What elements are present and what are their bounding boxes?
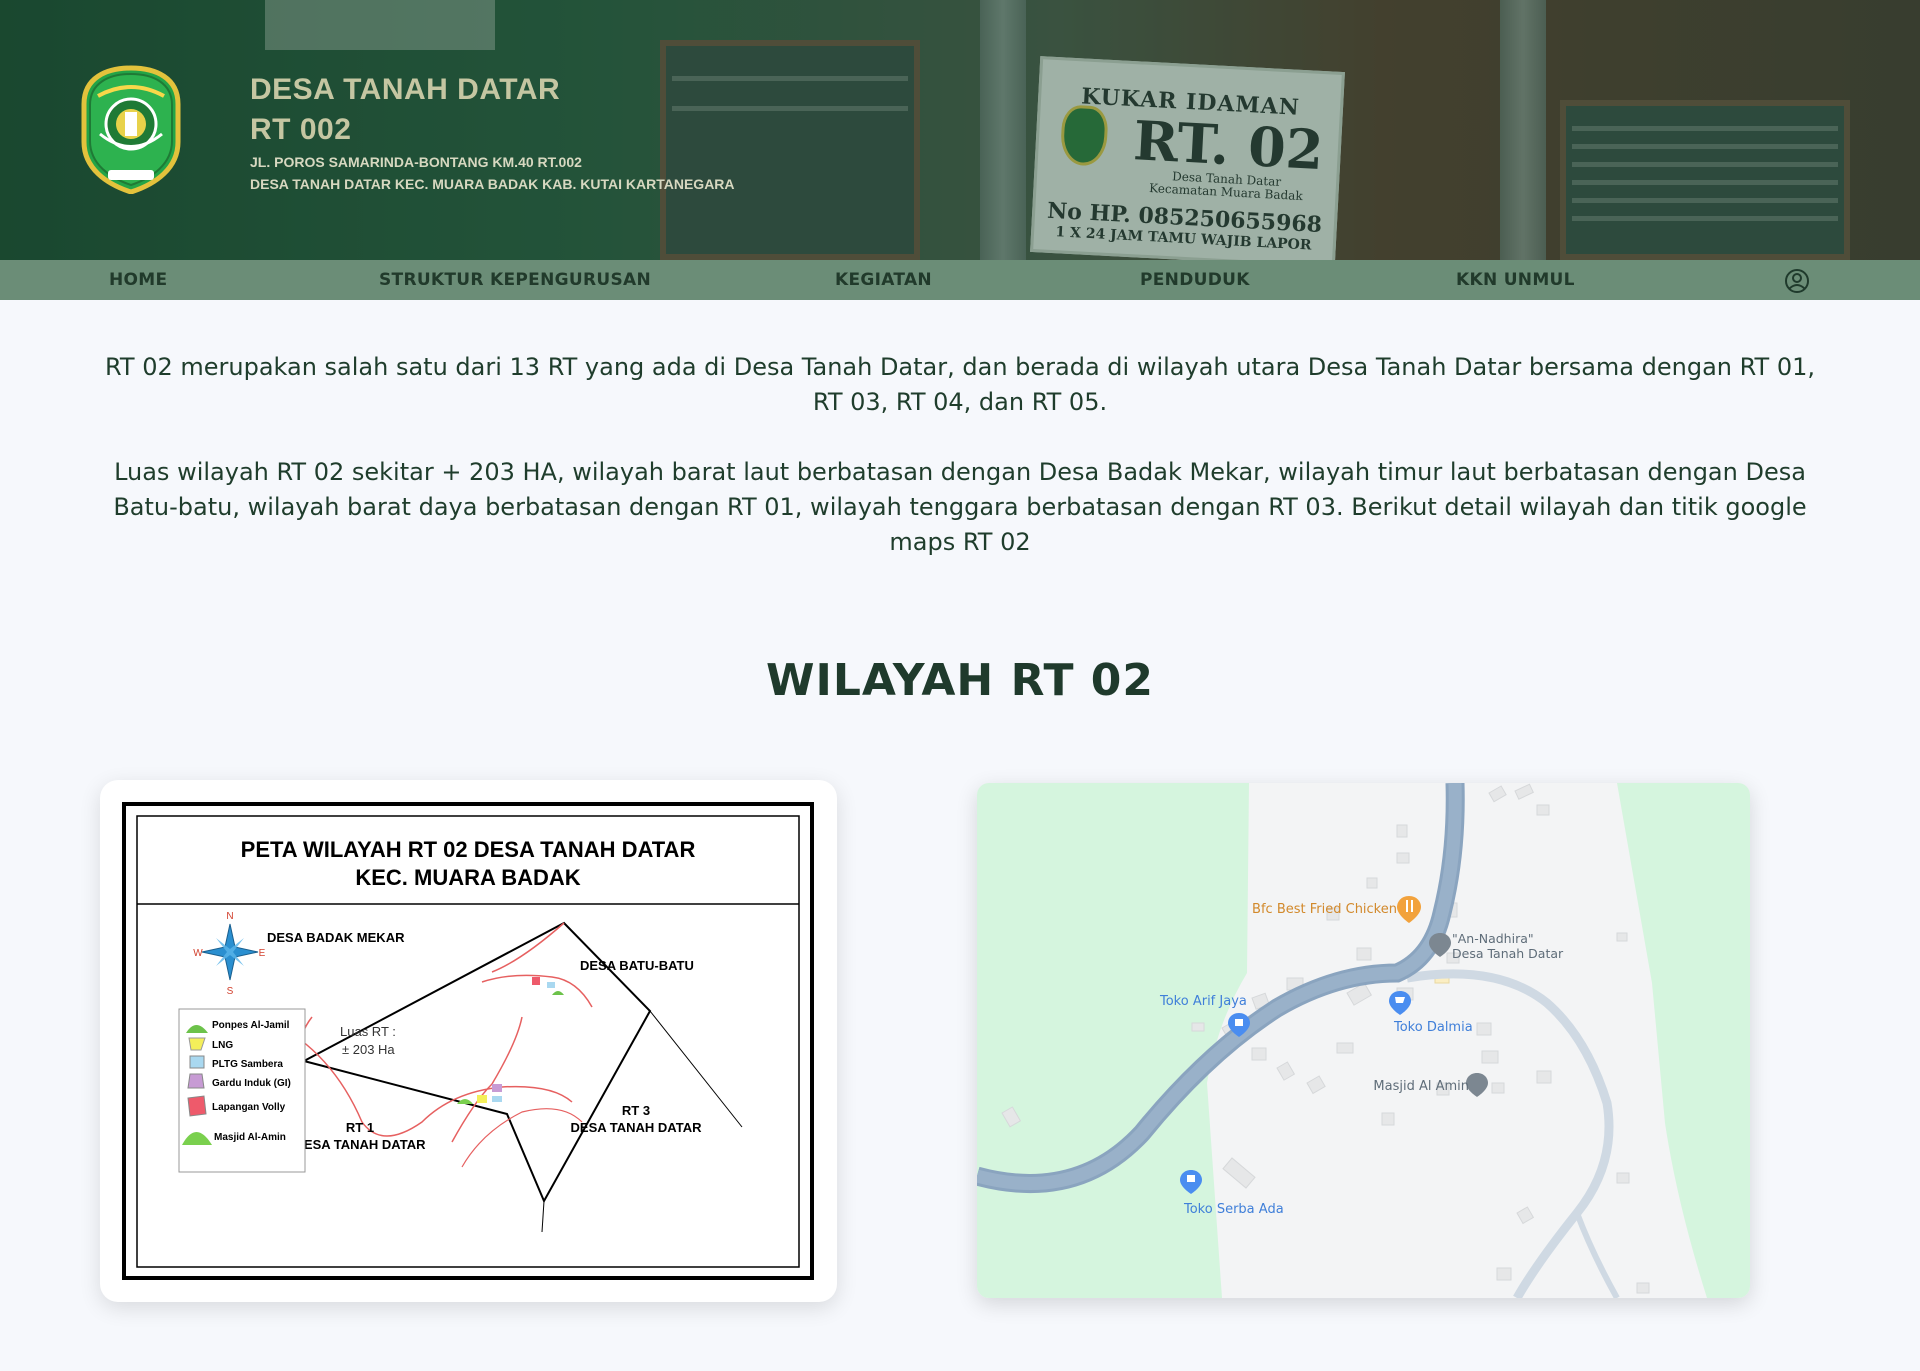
label-badak-mekar: DESA BADAK MEKAR	[267, 930, 405, 945]
label-rt3-line1: RT 3	[622, 1103, 650, 1118]
map-title-line1: PETA WILAYAH RT 02 DESA TANAH DATAR	[241, 837, 696, 862]
regency-emblem-icon[interactable]	[78, 64, 184, 194]
intro-paragraph: RT 02 merupakan salah satu dari 13 RT ya…	[104, 353, 1816, 416]
svg-text:Toko Serba Ada: Toko Serba Ada	[1183, 1202, 1284, 1217]
svg-text:LNG: LNG	[212, 1040, 233, 1051]
nav-home[interactable]: HOME	[109, 260, 167, 300]
region-map-card[interactable]: PETA WILAYAH RT 02 DESA TANAH DATAR KEC.…	[100, 780, 837, 1302]
address-line1: JL. POROS SAMARINDA-BONTANG KM.40 RT.002	[250, 154, 582, 170]
user-circle-icon[interactable]	[1784, 268, 1810, 294]
site-header: KUKAR IDAMAN RT. 02 Desa Tanah Datar Kec…	[0, 0, 1920, 260]
nav-struktur-kepengurusan[interactable]: STRUKTUR KEPENGURUSAN	[379, 260, 651, 300]
site-title-line1[interactable]: DESA TANAH DATAR	[250, 70, 735, 110]
svg-text:"An-Nadhira": "An-Nadhira"	[1452, 931, 1534, 946]
svg-text:Gardu Induk (GI): Gardu Induk (GI)	[212, 1078, 291, 1089]
compass-e: E	[259, 948, 266, 959]
main-navigation: HOME STRUKTUR KEPENGURUSAN KEGIATAN PEND…	[0, 260, 1920, 300]
section-title-wilayah: WILAYAH RT 02	[765, 655, 1155, 706]
legend-item: LNG	[188, 1037, 233, 1051]
map-title-line2: KEC. MUARA BADAK	[355, 865, 580, 890]
label-luas-line2: ± 203 Ha	[342, 1042, 395, 1057]
svg-text:Toko Dalmia: Toko Dalmia	[1393, 1020, 1473, 1035]
map-legend: Ponpes Al-Jamil LNG PLTG Sambera Gardu I…	[178, 1008, 306, 1173]
svg-text:Masjid Al-Amin: Masjid Al-Amin	[214, 1132, 286, 1143]
address-line2: DESA TANAH DATAR KEC. MUARA BADAK KAB. K…	[250, 176, 735, 192]
svg-text:Ponpes Al-Jamil: Ponpes Al-Jamil	[212, 1020, 290, 1031]
legend-item: PLTG Sambera	[189, 1055, 283, 1070]
nav-kegiatan[interactable]: KEGIATAN	[835, 260, 932, 300]
compass-n: N	[226, 911, 233, 922]
brand-block: DESA TANAH DATAR RT 002 JL. POROS SAMARI…	[250, 70, 735, 194]
label-rt1-line2: DESA TANAH DATAR	[295, 1137, 427, 1152]
svg-text:PLTG Sambera: PLTG Sambera	[212, 1059, 283, 1070]
label-rt3-line2: DESA TANAH DATAR	[571, 1120, 703, 1135]
area-paragraph: Luas wilayah RT 02 sekitar + 203 HA, wil…	[113, 458, 1807, 556]
nav-kkn-unmul[interactable]: KKN UNMUL	[1456, 260, 1575, 300]
site-title-line2[interactable]: RT 002	[250, 110, 735, 150]
compass-s: S	[227, 986, 234, 997]
svg-text:Desa Tanah Datar: Desa Tanah Datar	[1452, 946, 1564, 961]
label-batu-batu: DESA BATU-BATU	[580, 958, 694, 973]
label-rt1-line1: RT 1	[346, 1120, 374, 1135]
compass-w: W	[193, 948, 203, 959]
svg-text:Masjid Al Amin: Masjid Al Amin	[1373, 1079, 1469, 1094]
svg-text:Lapangan Volly: Lapangan Volly	[212, 1102, 286, 1113]
svg-text:Bfc Best Fried Chicken: Bfc Best Fried Chicken	[1252, 902, 1397, 917]
svg-text:Toko Arif Jaya: Toko Arif Jaya	[1159, 994, 1247, 1009]
region-map-image: PETA WILAYAH RT 02 DESA TANAH DATAR KEC.…	[122, 802, 814, 1280]
google-map-embed[interactable]: Bfc Best Fried Chicken "An-Nadhira" Desa…	[977, 783, 1750, 1298]
google-map-canvas[interactable]: Bfc Best Fried Chicken "An-Nadhira" Desa…	[977, 783, 1750, 1298]
label-luas-line1: Luas RT :	[340, 1024, 396, 1039]
nav-penduduk[interactable]: PENDUDUK	[1140, 260, 1250, 300]
